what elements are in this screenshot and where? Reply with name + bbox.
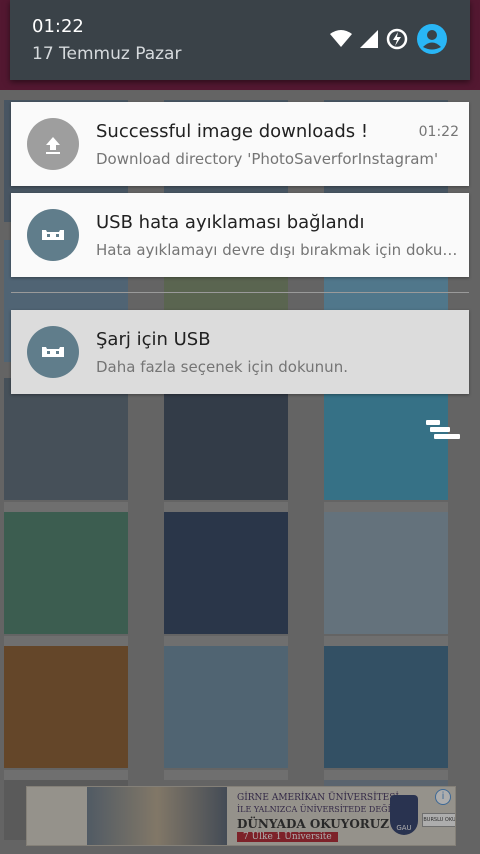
notification-title: USB hata ayıklaması bağlandı (96, 212, 365, 233)
android-debug-icon (27, 326, 79, 378)
android-debug-icon (27, 209, 79, 261)
cell-signal-icon (360, 30, 378, 48)
notification-usb-debugging[interactable]: USB hata ayıklaması bağlandı Hata ayıkla… (11, 193, 469, 277)
status-icons (330, 24, 448, 54)
account-icon[interactable] (416, 23, 448, 55)
notification-body: Daha fazla seçenek için dokunun. (96, 358, 348, 376)
notification-download[interactable]: Successful image downloads ! 01:22 Downl… (11, 102, 469, 186)
notification-time: 01:22 (418, 124, 459, 140)
notification-title: Successful image downloads ! (96, 121, 369, 142)
clear-all-icon[interactable] (426, 420, 460, 446)
data-saver-icon (386, 28, 408, 50)
notification-usb-charging[interactable]: Şarj için USB Daha fazla seçenek için do… (11, 310, 469, 394)
upload-icon (27, 118, 79, 170)
notification-body: Download directory 'PhotoSaverforInstagr… (96, 150, 439, 168)
wifi-icon (330, 30, 352, 47)
notification-title: Şarj için USB (96, 329, 211, 350)
date[interactable]: 17 Temmuz Pazar (32, 44, 181, 64)
section-divider (11, 292, 469, 293)
clock: 01:22 (32, 16, 84, 37)
notification-body: Hata ayıklamayı devre dışı bırakmak için… (96, 241, 460, 259)
quick-settings-header[interactable]: 01:22 17 Temmuz Pazar (10, 0, 470, 80)
